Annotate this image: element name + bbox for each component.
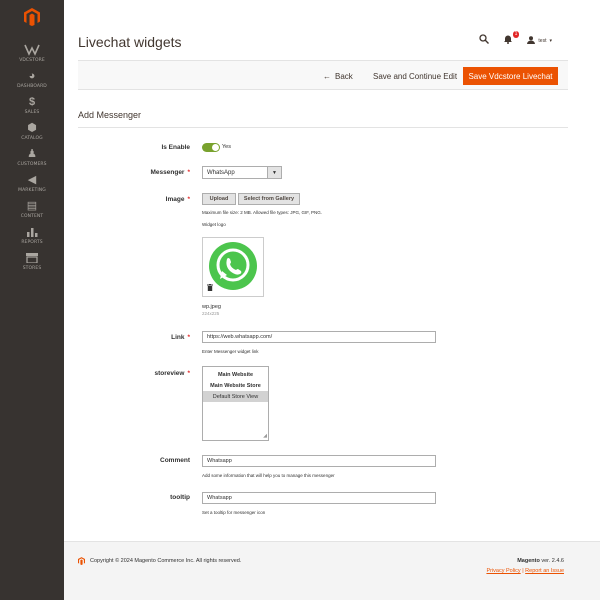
notifications-bell-icon[interactable]: 1 bbox=[503, 31, 520, 47]
copyright-text: Copyright © 2024 Magento Commerce Inc. A… bbox=[90, 558, 242, 564]
required-asterisk: * bbox=[187, 169, 190, 176]
version-number: ver. 2.4.6 bbox=[541, 558, 564, 564]
page-title: Livechat widgets bbox=[78, 34, 182, 50]
required-asterisk: * bbox=[187, 370, 190, 377]
comment-input[interactable]: Whatsapp bbox=[202, 455, 436, 467]
page-actions-bar: ← Back Save and Continue Edit Save Vdcst… bbox=[78, 60, 568, 90]
upload-button[interactable]: Upload bbox=[202, 193, 236, 205]
image-preview[interactable] bbox=[202, 237, 264, 297]
admin-sidebar: VDCSTORE ◕ DASHBOARD $ SALES ⬢ CATALOG ♟… bbox=[0, 0, 64, 600]
tooltip-label: tooltip bbox=[170, 494, 190, 501]
person-icon: ♟ bbox=[27, 148, 37, 160]
version-text: Magento ver. 2.4.6 bbox=[517, 558, 564, 564]
vdcstore-logo-icon bbox=[24, 44, 40, 57]
dollar-icon: $ bbox=[28, 96, 36, 108]
select-from-gallery-button[interactable]: Select from Gallery bbox=[238, 193, 300, 205]
storeview-option[interactable]: Main Website bbox=[203, 369, 268, 380]
magento-logo-icon bbox=[78, 557, 85, 565]
storeview-option[interactable]: Default Store View bbox=[203, 391, 268, 402]
image-sub-note: Widget logo bbox=[202, 222, 226, 227]
required-asterisk: * bbox=[187, 334, 190, 341]
tooltip-input[interactable]: Whatsapp bbox=[202, 492, 436, 504]
dashboard-icon: ◕ bbox=[28, 70, 36, 82]
sidebar-item-label: VDCSTORE bbox=[19, 57, 45, 63]
page-footer: Copyright © 2024 Magento Commerce Inc. A… bbox=[64, 541, 600, 600]
notification-count-badge: 1 bbox=[512, 31, 520, 38]
storeview-multiselect[interactable]: Main Website Main Website Store Default … bbox=[202, 366, 269, 441]
link-note: Enter Messenger widget link bbox=[202, 349, 259, 354]
trash-icon[interactable] bbox=[207, 284, 213, 293]
is-enable-toggle[interactable] bbox=[202, 143, 220, 152]
store-icon bbox=[26, 252, 38, 265]
back-button[interactable]: ← Back bbox=[323, 61, 353, 91]
sidebar-item-label: CUSTOMERS bbox=[17, 161, 47, 167]
image-upload-note: Maximum file size: 2 MB. Allowed file ty… bbox=[202, 210, 323, 215]
megaphone-icon: ◀ bbox=[27, 174, 37, 186]
link-separator: | bbox=[522, 568, 524, 574]
storeview-label: storeview * bbox=[154, 370, 190, 377]
user-account-menu[interactable]: test ▾ bbox=[527, 35, 552, 46]
save-and-continue-button[interactable]: Save and Continue Edit bbox=[373, 61, 457, 91]
user-name: test bbox=[538, 37, 547, 44]
section-title: Add Messenger bbox=[78, 110, 142, 120]
is-enable-value: Yes bbox=[222, 144, 231, 150]
chevron-down-icon: ▾ bbox=[549, 37, 552, 44]
sidebar-item-label: SALES bbox=[24, 109, 40, 115]
user-icon bbox=[527, 35, 536, 46]
sidebar-item-label: MARKETING bbox=[18, 187, 46, 193]
search-icon[interactable] bbox=[479, 34, 490, 47]
header-actions: 1 test ▾ bbox=[479, 31, 552, 47]
brand-name: Magento bbox=[517, 558, 540, 564]
sidebar-item-label: CONTENT bbox=[20, 213, 44, 219]
magento-logo-icon[interactable] bbox=[0, 0, 64, 34]
footer-links: Privacy Policy | Report an Issue bbox=[486, 568, 564, 574]
report-issue-link[interactable]: Report an Issue bbox=[525, 568, 564, 574]
link-label: Link * bbox=[171, 334, 190, 341]
messenger-select[interactable]: WhatsApp ▼ bbox=[202, 166, 282, 179]
cube-icon: ⬢ bbox=[27, 122, 37, 134]
required-asterisk: * bbox=[187, 196, 190, 203]
bar-chart-icon bbox=[26, 226, 38, 239]
arrow-left-icon: ← bbox=[323, 71, 331, 81]
messenger-select-value: WhatsApp bbox=[207, 169, 235, 176]
sidebar-item-label: REPORTS bbox=[21, 239, 43, 245]
chevron-down-icon: ▼ bbox=[267, 167, 281, 178]
is-enable-label: Is Enable bbox=[161, 144, 190, 151]
image-file-dimensions: 224x225 bbox=[202, 311, 220, 316]
comment-label: Comment bbox=[160, 457, 190, 464]
link-input[interactable]: https://web.whatsapp.com/ bbox=[202, 331, 436, 343]
sidebar-item-label: STORES bbox=[22, 265, 42, 271]
image-label: Image * bbox=[165, 196, 190, 203]
resize-handle-icon[interactable]: ◢ bbox=[263, 433, 267, 439]
sidebar-item-label: DASHBOARD bbox=[17, 83, 47, 89]
save-button[interactable]: Save Vdcstore Livechat bbox=[463, 67, 558, 85]
storeview-option[interactable]: Main Website Store bbox=[203, 380, 268, 391]
section-divider bbox=[78, 127, 568, 128]
sidebar-item-label: CATALOG bbox=[21, 135, 43, 141]
sidebar-item-stores[interactable]: STORES bbox=[0, 246, 64, 276]
tooltip-note: Set a tooltip for messenger icon bbox=[202, 510, 266, 515]
messenger-label: Messenger * bbox=[150, 169, 191, 176]
back-button-label: Back bbox=[335, 71, 353, 81]
image-file-name: wp.jpeg bbox=[202, 304, 221, 310]
privacy-policy-link[interactable]: Privacy Policy bbox=[486, 568, 520, 574]
layout-icon: ▤ bbox=[26, 200, 38, 212]
comment-note: Add some information that will help you … bbox=[202, 473, 335, 478]
